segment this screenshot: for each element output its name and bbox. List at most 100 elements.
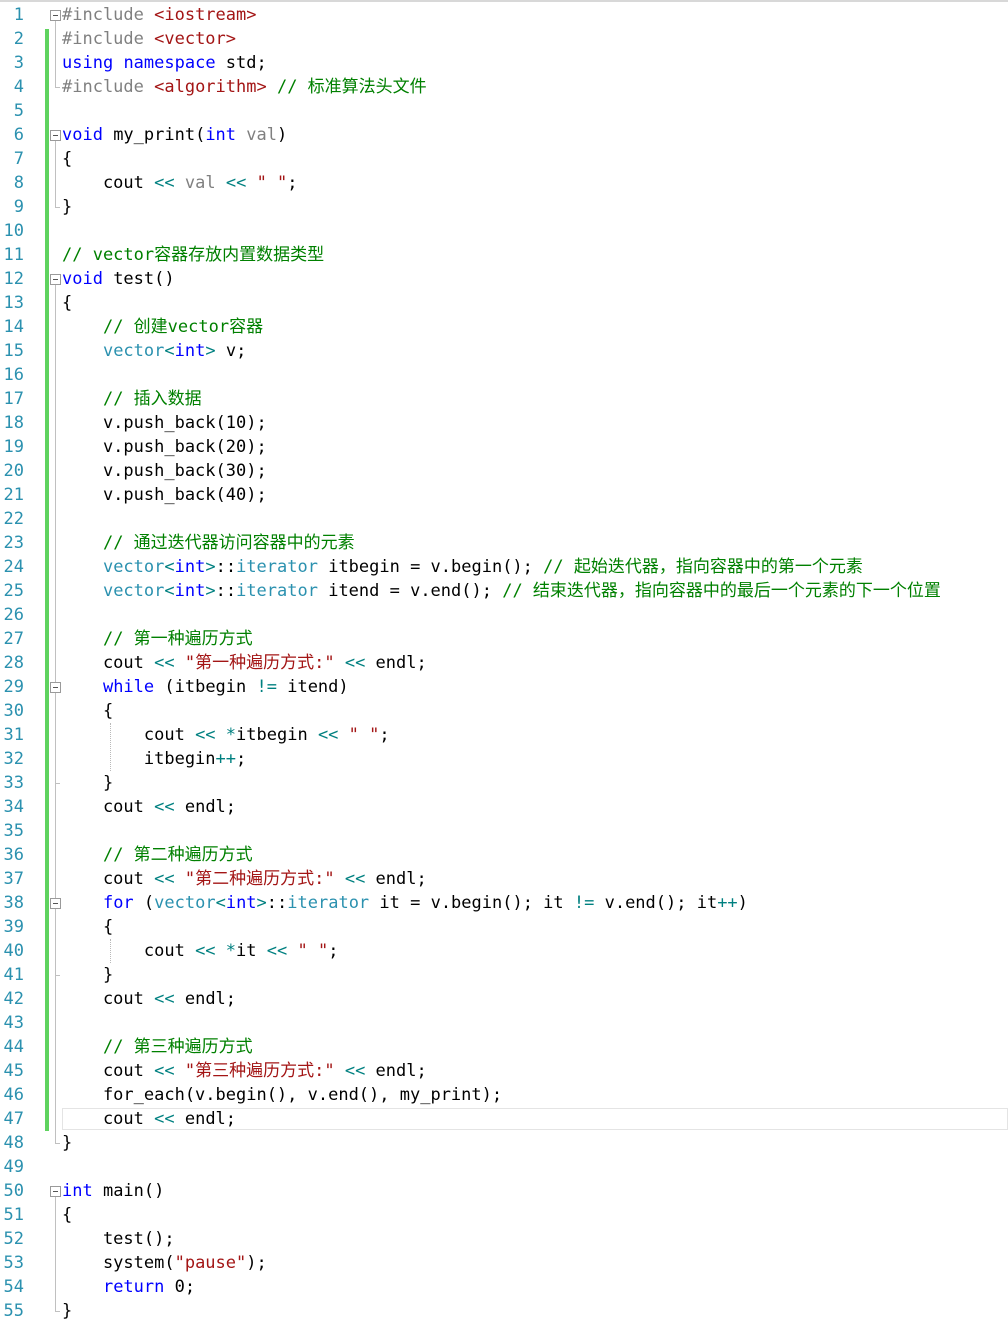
code-line[interactable]: // 通过迭代器访问容器中的元素 (62, 531, 355, 555)
fold-toggle-icon[interactable] (50, 10, 61, 21)
code-line[interactable]: cout << *itbegin << " "; (62, 723, 390, 747)
code-line[interactable]: cout << endl; (62, 1107, 236, 1131)
code-token: iterator (287, 893, 370, 913)
code-line[interactable]: itbegin++; (62, 747, 246, 771)
code-line[interactable]: // 第二种遍历方式 (62, 843, 253, 867)
code-token: v.push_back(30); (62, 461, 267, 481)
code-line[interactable]: vector<int> v; (62, 339, 246, 363)
code-token: != (573, 893, 595, 913)
code-line[interactable]: } (62, 1131, 72, 1155)
code-line[interactable]: { (62, 915, 113, 939)
fold-toggle-icon[interactable] (50, 898, 61, 909)
code-line[interactable]: // 创建vector容器 (62, 315, 263, 339)
code-line[interactable]: cout << "第三种遍历方式:" << endl; (62, 1059, 427, 1083)
code-token: int (174, 557, 206, 577)
code-token: while (102, 677, 155, 697)
code-line[interactable]: { (62, 1203, 72, 1227)
code-token: #include (62, 29, 155, 49)
line-number: 34 (3, 797, 24, 817)
code-line[interactable]: cout << endl; (62, 795, 236, 819)
line-number-gutter: 1 2 3 4 5 6 7 8 9 10 11 12 13 14 15 16 17 18 19 20 21 22 23 24 2… (0, 0, 38, 1324)
code-line[interactable]: #include <vector> (62, 27, 236, 51)
code-token: "pause" (174, 1253, 247, 1273)
fold-toggle-icon[interactable] (50, 1186, 61, 1197)
code-line[interactable]: cout << endl; (62, 987, 236, 1011)
code-token: test() (102, 269, 175, 289)
code-line[interactable]: void my_print(int val) (62, 123, 287, 147)
code-line[interactable]: cout << val << " "; (62, 171, 298, 195)
fold-outline-guide (55, 909, 56, 975)
code-token: v.push_back(10); (62, 413, 267, 433)
code-line[interactable]: v.push_back(20); (62, 435, 267, 459)
fold-outline-guide (55, 1197, 56, 1311)
line-number: 54 (3, 1277, 24, 1297)
code-token: <vector> (154, 29, 237, 49)
code-token: endl; (365, 653, 427, 673)
line-number: 23 (3, 533, 24, 553)
code-line[interactable]: { (62, 291, 72, 315)
code-line[interactable]: } (62, 1299, 72, 1323)
code-line[interactable]: #include <algorithm> // 标准算法头文件 (62, 75, 427, 99)
code-line[interactable]: { (62, 147, 72, 171)
code-line[interactable]: cout << "第二种遍历方式:" << endl; (62, 867, 427, 891)
line-number: 21 (3, 485, 24, 505)
code-line[interactable]: } (62, 771, 113, 795)
code-line[interactable]: v.push_back(30); (62, 459, 267, 483)
code-line[interactable]: while (itbegin != itend) (62, 675, 349, 699)
line-number: 28 (3, 653, 24, 673)
code-token: << (154, 653, 175, 673)
code-line[interactable]: system("pause"); (62, 1251, 267, 1275)
code-line[interactable]: cout << *it << " "; (62, 939, 339, 963)
code-line[interactable]: for_each(v.begin(), v.end(), my_print); (62, 1083, 502, 1107)
code-line[interactable]: void test() (62, 267, 175, 291)
code-token: } (62, 197, 73, 217)
code-editor[interactable]: 1 2 3 4 5 6 7 8 9 10 11 12 13 14 15 16 17 18 19 20 21 22 23 24 2… (0, 0, 1008, 1324)
code-line[interactable]: int main() (62, 1179, 164, 1203)
code-token: it = v.begin(); it (369, 893, 574, 913)
line-number: 10 (3, 221, 24, 241)
code-token: vector (102, 581, 165, 601)
code-line[interactable]: } (62, 963, 113, 987)
code-line[interactable]: #include <iostream> (62, 3, 256, 27)
code-line[interactable]: } (62, 195, 72, 219)
code-line[interactable]: cout << "第一种遍历方式:" << endl; (62, 651, 427, 675)
code-token: main() (92, 1181, 165, 1201)
code-token: < (215, 893, 226, 913)
code-token: > (205, 341, 216, 361)
line-number: 1 (13, 5, 24, 25)
code-token: { (62, 1205, 73, 1225)
fold-toggle-icon[interactable] (50, 130, 61, 141)
code-line[interactable]: v.push_back(40); (62, 483, 267, 507)
code-line[interactable]: // 第一种遍历方式 (62, 627, 253, 651)
code-token: << (154, 1061, 175, 1081)
code-line[interactable]: // 插入数据 (62, 387, 202, 411)
code-token: << (154, 869, 175, 889)
line-number: 50 (3, 1181, 24, 1201)
code-line[interactable]: // 第三种遍历方式 (62, 1035, 253, 1059)
code-line[interactable]: vector<int>::iterator itend = v.end(); /… (62, 579, 941, 603)
fold-toggle-icon[interactable] (50, 274, 61, 285)
code-line[interactable]: return 0; (62, 1275, 195, 1299)
line-number: 9 (13, 197, 24, 217)
code-line[interactable]: // vector容器存放内置数据类型 (62, 243, 324, 267)
line-number: 20 (3, 461, 24, 481)
code-line[interactable]: test(); (62, 1227, 175, 1251)
code-line[interactable]: { (62, 699, 113, 723)
code-token: val (184, 173, 216, 193)
code-token: ; (236, 749, 247, 769)
code-token: #include (62, 77, 155, 97)
code-line[interactable]: vector<int>::iterator itbegin = v.begin(… (62, 555, 863, 579)
fold-toggle-icon[interactable] (50, 682, 61, 693)
code-line[interactable]: for (vector<int>::iterator it = v.begin(… (62, 891, 748, 915)
code-line[interactable]: v.push_back(10); (62, 411, 267, 435)
code-line[interactable]: using namespace std; (62, 51, 267, 75)
code-token: int (62, 1181, 93, 1201)
code-token: << (154, 797, 175, 817)
